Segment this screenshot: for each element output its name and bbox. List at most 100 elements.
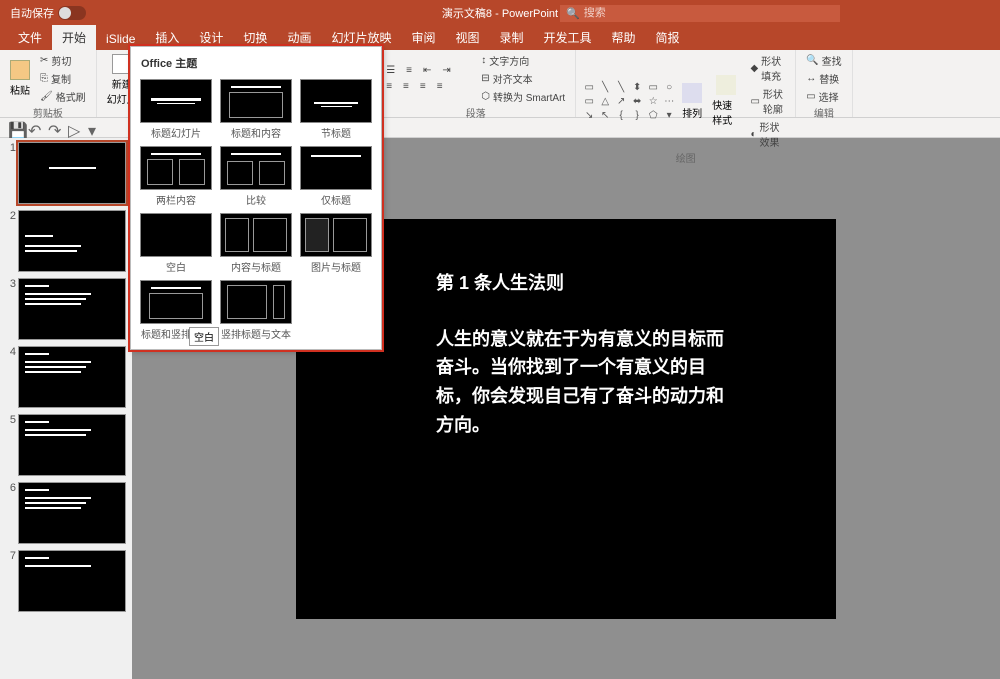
- layout-two-content[interactable]: 两栏内容: [137, 144, 215, 209]
- tab-home[interactable]: 开始: [52, 25, 96, 50]
- shape-outline-button[interactable]: ▭形状轮廓: [746, 85, 789, 117]
- quick-styles-button[interactable]: 快速样式: [708, 73, 744, 129]
- smartart-icon: ⬡: [481, 91, 490, 102]
- layout-title-content[interactable]: 标题和内容: [217, 77, 295, 142]
- thumbnail-1[interactable]: 1: [4, 142, 128, 204]
- fill-icon: ◆: [750, 63, 758, 74]
- redo-icon[interactable]: ↷: [48, 121, 62, 135]
- shape-arr2-icon: ↗: [614, 95, 628, 107]
- select-button[interactable]: ▭选择: [802, 88, 842, 105]
- indent-inc-button[interactable]: ⇥: [438, 64, 454, 77]
- clipboard-label: 剪贴板: [6, 105, 90, 120]
- editing-label: 编辑: [802, 105, 845, 120]
- shape-r3-icon: ▭: [582, 95, 596, 107]
- tab-help[interactable]: 帮助: [602, 25, 646, 50]
- quick-styles-icon: [716, 75, 736, 95]
- layout-content-caption[interactable]: 内容与标题: [217, 211, 295, 276]
- select-icon: ▭: [806, 91, 815, 102]
- ribbon-group-drawing: ▭╲╲⬍▭○ ▭△↗⬌☆⋯ ↘↖{}⬠▾ 排列 快速样式 ◆形状填充 ▭形状轮廓…: [576, 50, 796, 117]
- layout-section-header[interactable]: 节标题: [297, 77, 375, 142]
- paste-button[interactable]: 粘贴: [6, 58, 34, 99]
- replace-icon: ↔: [806, 73, 816, 84]
- align-text-button[interactable]: ⊟对齐文本: [477, 70, 569, 87]
- scissors-icon: ✂: [40, 55, 48, 66]
- cut-button[interactable]: ✂剪切: [36, 52, 90, 69]
- text-direction-button[interactable]: ↕文字方向: [477, 52, 569, 69]
- paragraph-label: 段落: [382, 105, 569, 120]
- find-icon: 🔍: [806, 55, 818, 66]
- justify-button[interactable]: ≡: [433, 80, 447, 93]
- start-slideshow-icon[interactable]: ▷: [68, 121, 82, 135]
- search-box[interactable]: 🔍: [560, 5, 840, 22]
- align-left-button[interactable]: ≡: [382, 80, 396, 93]
- new-slide-icon: [112, 54, 132, 74]
- indent-dec-button[interactable]: ⇤: [419, 64, 435, 77]
- shape-arrow-icon: ⬍: [630, 81, 644, 93]
- tab-developer[interactable]: 开发工具: [534, 25, 602, 50]
- shape-rect-icon: ▭: [582, 81, 596, 93]
- format-painter-button[interactable]: 🖌格式刷: [36, 88, 90, 105]
- align-right-button[interactable]: ≡: [416, 80, 430, 93]
- thumbnail-2[interactable]: 2: [4, 210, 128, 272]
- copy-button[interactable]: ⎘复制: [36, 70, 90, 87]
- tab-review[interactable]: 审阅: [401, 25, 445, 50]
- thumbnail-5[interactable]: 5: [4, 414, 128, 476]
- qat-more-icon[interactable]: ▾: [88, 121, 102, 135]
- layout-blank[interactable]: 空白: [137, 211, 215, 276]
- shape-fill-button[interactable]: ◆形状填充: [746, 52, 789, 84]
- undo-icon[interactable]: ↶: [28, 121, 42, 135]
- shape-effects-button[interactable]: ◐形状效果: [746, 118, 789, 150]
- shape-rect2-icon: ▭: [646, 81, 660, 93]
- thumbnail-7[interactable]: 7: [4, 550, 128, 612]
- shape-brace2-icon: }: [630, 109, 644, 121]
- effects-icon: ◐: [750, 129, 756, 140]
- shape-arr3-icon: ⬌: [630, 95, 644, 107]
- replace-button[interactable]: ↔替换: [802, 70, 843, 87]
- outline-icon: ▭: [750, 96, 759, 107]
- save-icon[interactable]: 💾: [8, 121, 22, 135]
- thumbnail-6[interactable]: 6: [4, 482, 128, 544]
- tab-briefing[interactable]: 简报: [646, 25, 690, 50]
- thumbnail-panel[interactable]: 1 2 3 4 5 6 7: [0, 138, 132, 679]
- search-input[interactable]: [584, 7, 834, 19]
- text-direction-icon: ↕: [481, 55, 486, 66]
- layout-picture-caption[interactable]: 图片与标题: [297, 211, 375, 276]
- shapes-gallery[interactable]: ▭╲╲⬍▭○ ▭△↗⬌☆⋯ ↘↖{}⬠▾: [582, 81, 676, 121]
- window-title: 演示文稿8 - PowerPoint: [442, 5, 558, 21]
- shape-r5-icon: ↖: [598, 109, 612, 121]
- numbering-button[interactable]: ≡: [402, 64, 416, 77]
- shape-star-icon: ☆: [646, 95, 660, 107]
- thumbnail-4[interactable]: 4: [4, 346, 128, 408]
- layout-title-only[interactable]: 仅标题: [297, 144, 375, 209]
- shape-dd-icon: ▾: [662, 109, 676, 121]
- tab-view[interactable]: 视图: [445, 25, 489, 50]
- shape-r4-icon: ↘: [582, 109, 596, 121]
- align-center-button[interactable]: ≡: [399, 80, 413, 93]
- slide-body[interactable]: 人生的意义就在于为有意义的目标而奋斗。当你找到了一个有意义的目标，你会发现自己有…: [436, 325, 736, 440]
- autosave-toggle[interactable]: 自动保存: [10, 5, 86, 21]
- autosave-label: 自动保存: [10, 5, 54, 21]
- slide-title[interactable]: 第 1 条人生法则: [436, 269, 796, 295]
- ribbon-group-clipboard: 粘贴 ✂剪切 ⎘复制 🖌格式刷 剪贴板: [0, 50, 97, 117]
- bullets-button[interactable]: ☰: [382, 64, 399, 77]
- find-button[interactable]: 🔍查找: [802, 52, 845, 69]
- align-text-icon: ⊟: [481, 73, 489, 84]
- arrange-icon: [682, 83, 702, 103]
- layout-tooltip: 空白: [189, 327, 219, 346]
- arrange-button[interactable]: 排列: [678, 81, 706, 122]
- layout-dropdown: Office 主题 标题幻灯片 标题和内容 节标题 两栏内容 比较 仅标题 空白…: [130, 46, 382, 350]
- shape-more-icon: ⋯: [662, 95, 676, 107]
- layout-comparison[interactable]: 比较: [217, 144, 295, 209]
- search-icon: 🔍: [566, 7, 580, 20]
- shape-callout-icon: ⬠: [646, 109, 660, 121]
- tab-record[interactable]: 录制: [490, 25, 534, 50]
- tab-file[interactable]: 文件: [8, 25, 52, 50]
- ribbon-group-editing: 🔍查找 ↔替换 ▭选择 编辑: [796, 50, 852, 117]
- layout-vertical-title-text[interactable]: 竖排标题与文本: [217, 278, 295, 343]
- thumbnail-3[interactable]: 3: [4, 278, 128, 340]
- smartart-button[interactable]: ⬡转换为 SmartArt: [477, 88, 569, 105]
- toggle-switch-icon: [58, 6, 86, 20]
- shape-line2-icon: ╲: [614, 81, 628, 93]
- layout-title-slide[interactable]: 标题幻灯片: [137, 77, 215, 142]
- shape-brace-icon: {: [614, 109, 628, 121]
